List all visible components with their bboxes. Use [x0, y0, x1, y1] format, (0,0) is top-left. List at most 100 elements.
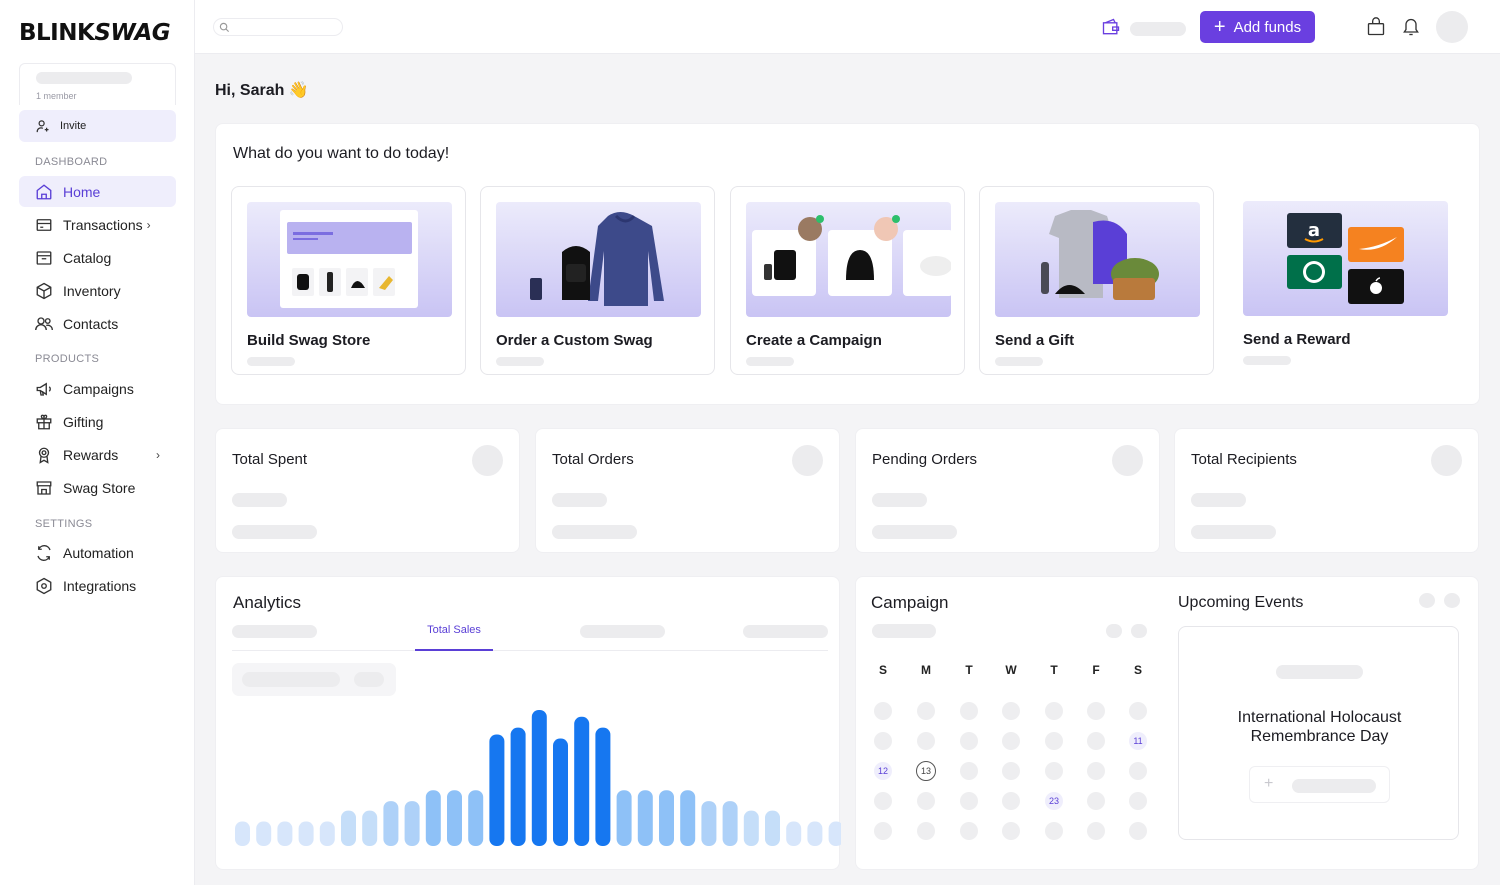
action-card-create-campaign[interactable]: Create a Campaign: [730, 186, 965, 375]
action-card-send-reward[interactable]: a Send a Reward: [1228, 186, 1463, 375]
wallet-icon[interactable]: [1101, 17, 1121, 37]
calendar-day[interactable]: [960, 762, 978, 780]
chart-bar: [298, 821, 314, 846]
calendar-day[interactable]: 12: [874, 762, 892, 780]
events-next-button[interactable]: [1444, 593, 1460, 608]
calendar-day[interactable]: [917, 732, 935, 750]
calendar-day[interactable]: [1087, 702, 1105, 720]
sidebar-item-campaigns[interactable]: Campaigns: [19, 373, 176, 404]
invite-label: Invite: [60, 120, 87, 132]
chart-bar: [807, 821, 823, 846]
calendar-day[interactable]: [1002, 762, 1020, 780]
events-prev-button[interactable]: [1419, 593, 1435, 608]
award-icon: [38, 447, 50, 464]
hexagon-icon: [36, 577, 52, 594]
calendar-day[interactable]: [1129, 762, 1147, 780]
calendar-day[interactable]: [1045, 702, 1063, 720]
calendar-day[interactable]: [1087, 792, 1105, 810]
sidebar-item-gifting[interactable]: Gifting: [19, 406, 176, 437]
greeting: Hi, Sarah 👋: [215, 80, 309, 100]
upcoming-events-title: Upcoming Events: [1178, 594, 1304, 611]
chevron-right-icon: ›: [156, 447, 160, 462]
search-input[interactable]: [213, 18, 343, 36]
add-funds-button[interactable]: + Add funds: [1200, 11, 1315, 43]
calendar-day[interactable]: [917, 822, 935, 840]
sidebar-item-inventory[interactable]: Inventory: [19, 275, 176, 306]
chart-bar: [616, 790, 632, 846]
shopping-bag-icon[interactable]: [1366, 17, 1386, 37]
sidebar-item-transactions[interactable]: Transactions ›: [19, 209, 176, 240]
calendar-day[interactable]: [874, 822, 892, 840]
sidebar-item-swag-store[interactable]: Swag Store: [19, 472, 176, 503]
calendar-day[interactable]: [1045, 762, 1063, 780]
sidebar-item-label: Automation: [63, 544, 134, 561]
sidebar-item-label: Campaigns: [63, 380, 134, 397]
weekday-label: F: [1092, 663, 1100, 677]
calendar-day[interactable]: [960, 702, 978, 720]
sidebar-item-label: Rewards: [63, 446, 119, 463]
action-card-label: Create a Campaign: [746, 332, 882, 349]
stat-title: Total Orders: [552, 451, 634, 468]
sidebar-item-contacts[interactable]: Contacts: [19, 308, 176, 339]
calendar-day[interactable]: [1087, 762, 1105, 780]
sidebar-item-catalog[interactable]: Catalog: [19, 242, 176, 273]
sidebar-item-rewards[interactable]: Rewards ›: [19, 439, 176, 470]
calendar-day[interactable]: [1129, 822, 1147, 840]
box-icon: [36, 282, 52, 299]
blinkswag-logo[interactable]: BLINKSWAG: [19, 20, 171, 46]
stat-value-placeholder: [552, 493, 607, 507]
bell-icon[interactable]: [1401, 17, 1421, 37]
weekday-label: S: [878, 663, 887, 677]
sidebar-item-integrations[interactable]: Integrations: [19, 570, 176, 601]
action-card-label: Send a Reward: [1243, 331, 1351, 348]
sidebar-item-automation[interactable]: Automation: [19, 537, 176, 568]
action-card-build-swag-store[interactable]: Build Swag Store: [231, 186, 466, 375]
action-card-order-custom-swag[interactable]: Order a Custom Swag: [480, 186, 715, 375]
chart-bar: [828, 821, 841, 846]
calendar-day[interactable]: [1087, 822, 1105, 840]
calendar-day[interactable]: [1129, 702, 1147, 720]
chart-bar: [637, 790, 653, 846]
calendar-day[interactable]: [874, 702, 892, 720]
action-card-send-gift[interactable]: Send a Gift: [979, 186, 1214, 375]
chart-bar: [574, 716, 590, 846]
calendar-day[interactable]: 23: [1045, 792, 1063, 810]
stat-icon-placeholder: [792, 445, 823, 476]
calendar-day[interactable]: 13: [916, 761, 936, 781]
prev-month-button[interactable]: [1106, 624, 1122, 638]
megaphone-icon: [36, 382, 51, 396]
stat-value-placeholder: [232, 493, 287, 507]
stat-subtext-placeholder: [552, 525, 637, 539]
calendar-day[interactable]: [1002, 792, 1020, 810]
calendar-day[interactable]: 11: [1129, 732, 1147, 750]
calendar-day[interactable]: [1129, 792, 1147, 810]
calendar-day[interactable]: [917, 702, 935, 720]
calendar-day[interactable]: [960, 822, 978, 840]
chart-bar: [447, 790, 462, 846]
sidebar: BLINKSWAG 1 member Invite DASHBOARD Home…: [0, 0, 195, 885]
calendar-day[interactable]: [1045, 822, 1063, 840]
calendar-day[interactable]: [1045, 732, 1063, 750]
sidebar-item-label: Catalog: [63, 249, 112, 266]
description-placeholder: [247, 357, 295, 366]
calendar-day[interactable]: [917, 792, 935, 810]
event-name: International Holocaust Remembrance Day: [1237, 709, 1402, 745]
workspace-switcher[interactable]: 1 member: [19, 63, 176, 105]
campaign-illustration: [746, 202, 951, 317]
calendar-day[interactable]: [874, 792, 892, 810]
calendar-day[interactable]: [960, 792, 978, 810]
calendar-day[interactable]: [874, 732, 892, 750]
section-label-settings: SETTINGS: [35, 518, 93, 530]
calendar-day[interactable]: [960, 732, 978, 750]
description-placeholder: [746, 357, 794, 366]
calendar-day[interactable]: [1002, 702, 1020, 720]
next-month-button[interactable]: [1131, 624, 1147, 638]
user-avatar[interactable]: [1436, 11, 1468, 43]
calendar-day[interactable]: [1002, 822, 1020, 840]
create-event-campaign-button[interactable]: +: [1249, 766, 1390, 803]
calendar-day[interactable]: [1002, 732, 1020, 750]
logo-text-swag: SWAG: [94, 20, 171, 46]
calendar-day[interactable]: [1087, 732, 1105, 750]
sidebar-item-home[interactable]: Home: [19, 176, 176, 207]
invite-button[interactable]: Invite: [19, 110, 176, 142]
